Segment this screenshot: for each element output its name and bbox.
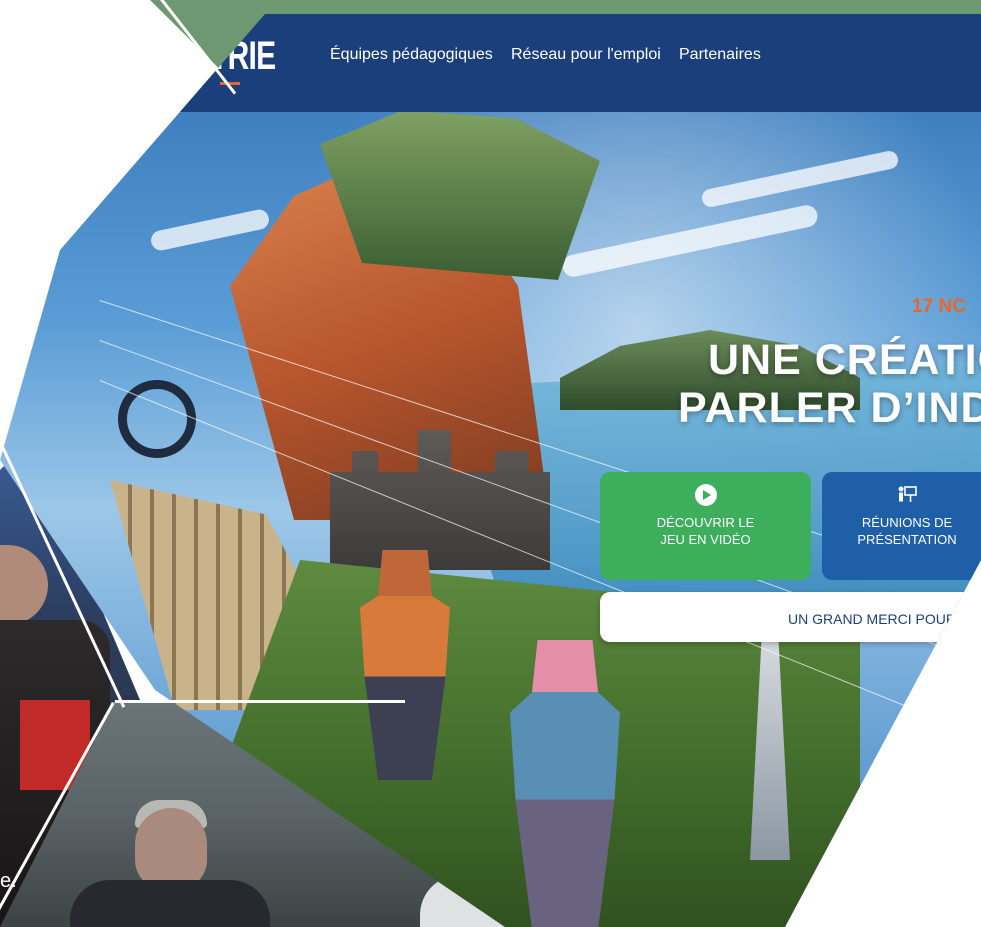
worker-head <box>135 808 207 890</box>
nav-link-reseau[interactable]: Réseau pour l'emploi <box>511 46 661 64</box>
presentation-meetings-button[interactable]: RÉUNIONS DE PRÉSENTATION <box>822 472 981 580</box>
worker-head <box>0 545 48 625</box>
discover-video-button[interactable]: DÉCOUVRIR LE JEU EN VIDÉO <box>600 472 811 580</box>
reunion-button-line1: RÉUNIONS DE <box>861 515 953 530</box>
video-button-line1: DÉCOUVRIR LE <box>656 515 755 530</box>
video-button-line2: JEU EN VIDÉO <box>660 532 751 547</box>
hero-title-line2: PARLER D’INDU <box>678 384 981 432</box>
event-date: 17 NC <box>912 296 966 317</box>
reunion-button-line2: PRÉSENTATION <box>857 532 957 547</box>
nav-link-partenaires[interactable]: Partenaires <box>679 46 761 64</box>
site-navbar: TRIE Équipes pédagogiques Réseau pour l'… <box>0 14 981 112</box>
hero-title: UNE CRÉATIO PARLER D’INDU <box>678 336 981 432</box>
play-circle-icon <box>694 484 717 506</box>
hero-title-line1: UNE CRÉATIO <box>708 336 981 384</box>
presentation-icon <box>898 486 917 502</box>
nav-link-equipes[interactable]: Équipes pédagogiques <box>330 46 493 64</box>
thanks-banner-text: UN GRAND MERCI POUR V <box>788 611 970 627</box>
worker-body <box>70 880 270 927</box>
divider-line <box>115 700 405 703</box>
